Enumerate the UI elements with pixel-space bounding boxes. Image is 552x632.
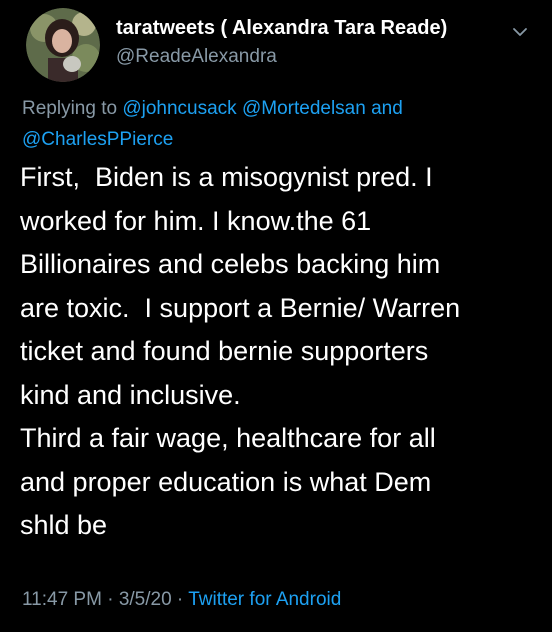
tweet-source-link[interactable]: Twitter for Android [188, 589, 341, 610]
mention-link[interactable]: @CharlesPPierce [22, 129, 173, 150]
display-name[interactable]: taratweets ( Alexandra Tara Reade) [116, 17, 447, 40]
tweet-text-line: worked for him. I know.the 61 [20, 205, 372, 236]
user-handle[interactable]: @ReadeAlexandra [116, 46, 277, 68]
tweet-time[interactable]: 11:47 PM [22, 589, 102, 610]
tweet-text-line: ticket and found bernie supporters [20, 336, 429, 366]
avatar[interactable] [26, 8, 100, 82]
tweet-text-line: First, Biden is a misogynist pred. I [20, 162, 433, 192]
tweet-text-line: and proper education is what Dem [20, 466, 432, 497]
chevron-down-icon[interactable] [510, 22, 530, 42]
avatar-photo [26, 8, 100, 82]
tweet-text-line: Third a fair wage, healthcare for all [20, 423, 436, 453]
reply-prefix: Replying to [22, 98, 118, 119]
tweet-text-line: shld be [20, 510, 108, 540]
tweet-text-line: are toxic. I support a Bernie/ Warren [20, 292, 461, 323]
mention-conjunction[interactable]: and [371, 98, 403, 119]
mention-link[interactable]: @Mortedelsan [242, 98, 366, 119]
tweet-text: First, Biden is a misogynist pred. I wor… [20, 156, 540, 548]
meta-separator: · [107, 589, 114, 610]
tweet-date[interactable]: 3/5/20 [119, 589, 172, 610]
tweet-meta: 11:47 PM · 3/5/20 · Twitter for Android [22, 589, 341, 611]
reply-context: Replying to @johncusack @Mortedelsan and… [22, 93, 522, 155]
tweet-text-line: Billionaires and celebs backing him [20, 249, 441, 279]
meta-separator: · [176, 589, 184, 610]
mention-link[interactable]: @johncusack [122, 98, 236, 119]
tweet-text-line: kind and inclusive. [20, 379, 241, 410]
